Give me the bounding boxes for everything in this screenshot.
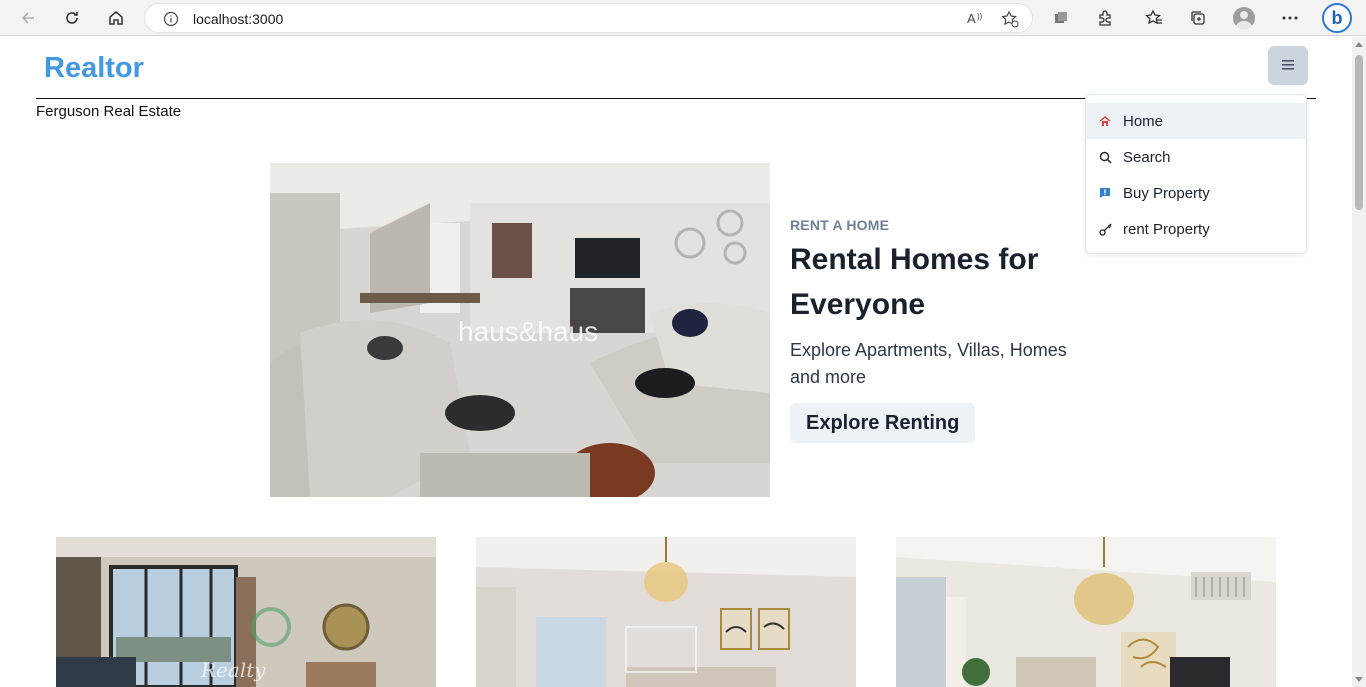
profile-icon[interactable]: [1230, 4, 1258, 32]
scroll-thumb[interactable]: [1355, 55, 1363, 210]
menu-item-buy-property[interactable]: Buy Property: [1086, 175, 1306, 211]
hero-title: Rental Homes for Everyone: [790, 243, 1039, 321]
menu-item-label: Search: [1123, 148, 1171, 166]
collections-icon[interactable]: [1184, 4, 1212, 32]
menu-item-label: rent Property: [1123, 220, 1210, 238]
page-scrollbar[interactable]: [1352, 37, 1366, 687]
hero-text-block: RENT A HOME Rental Homes for Everyone Ex…: [790, 217, 1090, 443]
property-card[interactable]: [476, 537, 856, 687]
property-photo: [896, 537, 1276, 687]
hamburger-icon: [1282, 57, 1294, 75]
search-icon: [1098, 150, 1112, 164]
property-card[interactable]: Realty: [56, 537, 436, 687]
menu-item-home[interactable]: Home: [1086, 103, 1306, 139]
menu-item-search[interactable]: Search: [1086, 139, 1306, 175]
svg-text:)): )): [977, 12, 983, 21]
hero-label: RENT A HOME: [790, 217, 890, 233]
read-aloud-icon[interactable]: A)): [967, 10, 985, 31]
favorites-icon[interactable]: [1140, 4, 1168, 32]
property-card[interactable]: [896, 537, 1276, 687]
living-room-photo: haus&haus: [270, 163, 770, 497]
menu-item-label: Home: [1123, 112, 1164, 130]
hero-image: haus&haus: [270, 163, 770, 497]
menu-toggle-button[interactable]: [1268, 46, 1308, 85]
property-photo: Realty: [56, 537, 436, 687]
card-watermark: Realty: [200, 658, 266, 682]
bing-label: b: [1331, 7, 1343, 28]
home-icon[interactable]: [102, 4, 130, 32]
store-icon: [1098, 186, 1112, 200]
svg-text:A: A: [967, 11, 976, 26]
page-content: Realtor Ferguson Real Estate Home Search…: [0, 37, 1352, 687]
menu-item-label: Buy Property: [1123, 184, 1210, 202]
extensions-icon[interactable]: [1091, 4, 1119, 32]
menu-item-rent-property[interactable]: rent Property: [1086, 211, 1306, 247]
app-icon[interactable]: [1047, 4, 1075, 32]
home-icon: [1098, 114, 1112, 128]
site-logo[interactable]: Realtor: [44, 52, 144, 85]
url-text[interactable]: localhost:3000: [193, 11, 283, 27]
reload-icon[interactable]: [58, 4, 86, 32]
browser-toolbar: localhost:3000 A)) b: [0, 0, 1366, 36]
key-icon: [1098, 222, 1112, 236]
scroll-up-icon[interactable]: [1355, 42, 1363, 47]
hero-description: Explore Apartments, Villas, Homes and mo…: [790, 340, 1067, 387]
info-icon[interactable]: [163, 11, 179, 32]
nav-dropdown-menu: Home Search Buy Property rent Property: [1085, 94, 1307, 254]
explore-renting-button[interactable]: Explore Renting: [790, 403, 976, 443]
address-bar[interactable]: localhost:3000 A)): [144, 3, 1033, 33]
more-icon[interactable]: [1276, 4, 1304, 32]
scroll-down-icon[interactable]: [1355, 677, 1363, 682]
property-photo: [476, 537, 856, 687]
site-subtitle: Ferguson Real Estate: [36, 103, 182, 120]
back-icon[interactable]: [14, 4, 42, 32]
add-favorite-icon[interactable]: [1001, 10, 1019, 33]
bing-icon[interactable]: b: [1322, 3, 1352, 33]
hero-watermark: haus&haus: [458, 316, 598, 347]
